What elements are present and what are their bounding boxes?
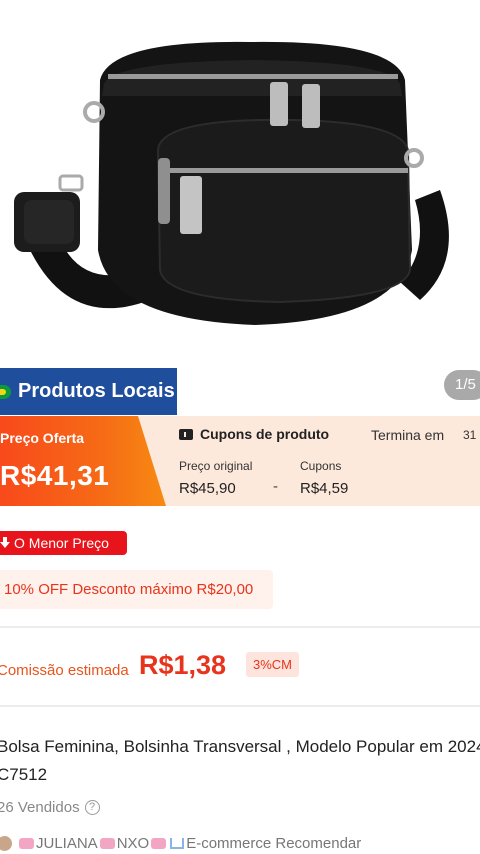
offer-price-box: Preço Oferta R$41,31 xyxy=(0,416,166,506)
ends-in-label: Termina em xyxy=(371,427,445,443)
product-image[interactable] xyxy=(0,0,480,368)
image-counter: 1/5 xyxy=(444,370,480,400)
section-divider xyxy=(0,626,480,628)
bow-emoji-icon xyxy=(151,838,167,849)
lowest-price-label: O Menor Preço xyxy=(14,535,109,551)
store-name-part-2: NXO xyxy=(116,835,150,852)
cart-icon xyxy=(170,838,185,849)
product-title: Bolsa Feminina, Bolsinha Transversal , M… xyxy=(0,737,480,784)
coupon-discount-label: Cupons xyxy=(300,459,342,473)
sold-count-label: 26 Vendidos xyxy=(0,799,80,816)
estimated-commission-value: R$1,38 xyxy=(139,650,227,680)
store-row[interactable]: JULIANA NXO E-commerce Recomendar xyxy=(0,835,361,852)
commission-rate-badge: 3%CM xyxy=(246,652,299,677)
store-avatar xyxy=(0,836,12,851)
local-products-badge: Produtos Locais xyxy=(0,368,177,415)
product-coupons-header[interactable]: Cupons de produto xyxy=(179,426,329,442)
coupon-discount-value: R$4,59 xyxy=(300,480,349,497)
original-price-label: Preço original xyxy=(179,459,253,473)
price-minus-sign: - xyxy=(273,478,278,495)
sold-count: 26 Vendidos ? xyxy=(0,799,100,816)
product-page: Produtos Locais 1/5 Preço Oferta R$41,31… xyxy=(0,0,480,854)
store-tagline: E-commerce Recomendar xyxy=(186,835,362,852)
price-banner: Preço Oferta R$41,31 Cupons de produto T… xyxy=(0,416,480,506)
crossbody-bag-image xyxy=(14,41,449,326)
section-divider xyxy=(0,705,480,707)
discount-chip[interactable]: 10% OFF Desconto máximo R$20,00 xyxy=(0,570,273,609)
product-coupons-label: Cupons de produto xyxy=(200,426,330,442)
offer-price-value: R$41,31 xyxy=(0,460,110,491)
ends-in-countdown: 31 xyxy=(463,428,477,442)
local-products-label: Produtos Locais xyxy=(18,380,175,402)
lowest-price-tag: O Menor Preço xyxy=(0,531,127,555)
bow-emoji-icon xyxy=(19,838,34,849)
brazil-flag-icon xyxy=(0,384,11,399)
estimated-commission-label: Comissão estimada xyxy=(0,662,129,679)
offer-price-label: Preço Oferta xyxy=(0,430,85,446)
help-icon[interactable]: ? xyxy=(84,800,100,815)
store-name-part-1: JULIANA xyxy=(36,835,98,852)
down-arrow-icon xyxy=(0,537,10,549)
original-price-value: R$45,90 xyxy=(179,480,236,497)
ticket-icon xyxy=(179,428,193,440)
bow-emoji-icon xyxy=(99,838,115,849)
